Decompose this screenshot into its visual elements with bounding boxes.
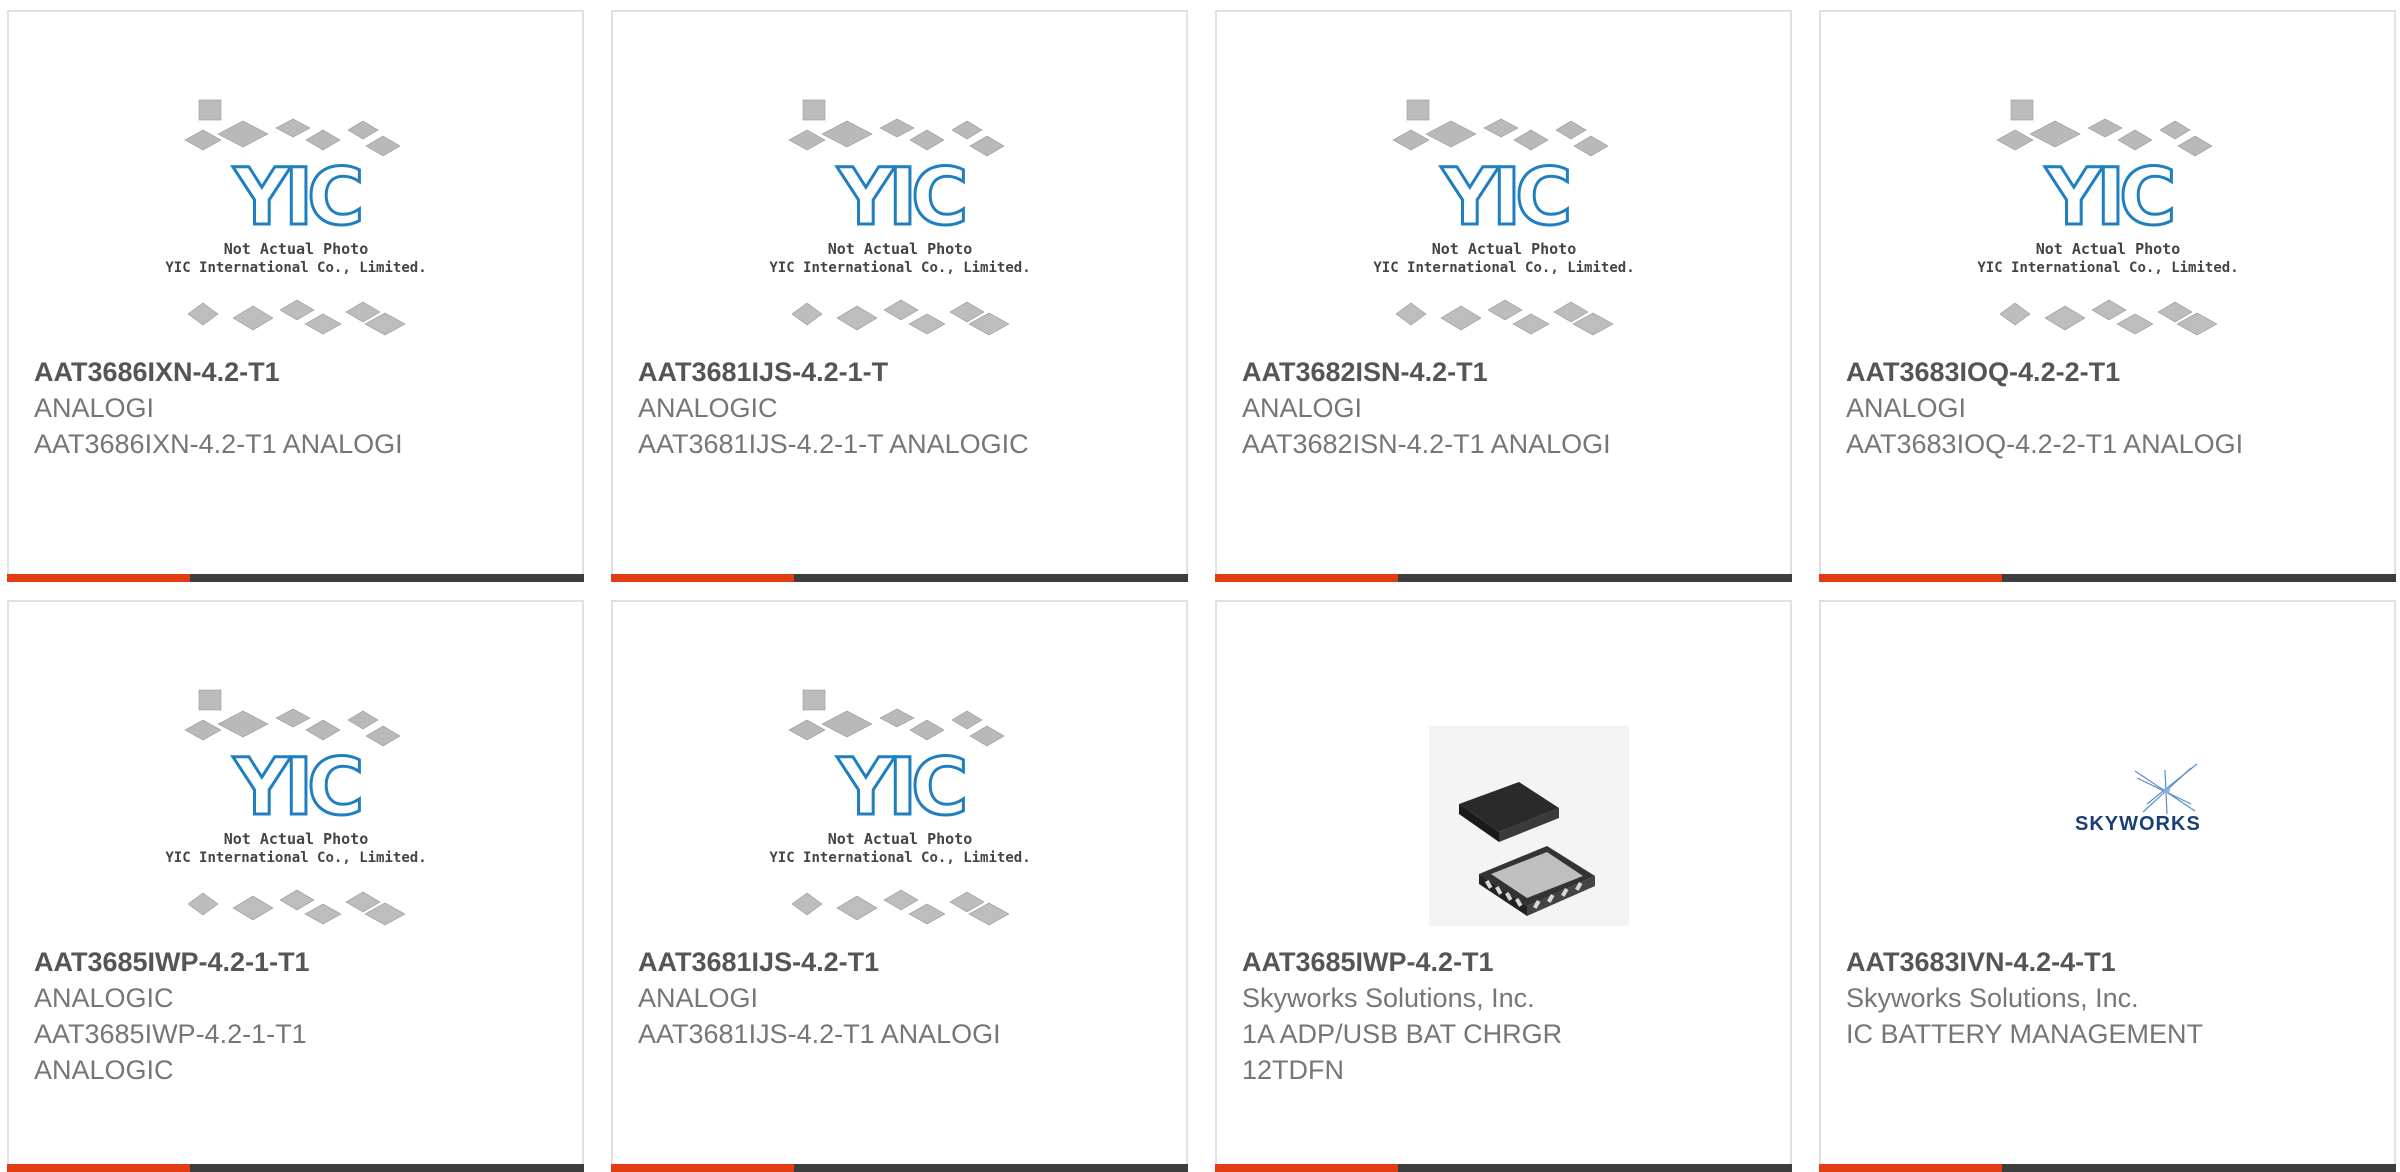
product-card[interactable]: YIC Not Actual Photo YIC International Co.… xyxy=(611,10,1188,582)
manufacturer: ANALOGI xyxy=(1242,393,1363,423)
description: IC BATTERY MANAGEMENT xyxy=(1846,1019,2204,1049)
description: AAT3681IJS-4.2-1-T ANALOGIC xyxy=(638,429,1029,459)
yic-placeholder-image: YICNot Actual Photo YIC International Co.… xyxy=(165,689,426,926)
yic-logo: YIC xyxy=(2044,153,2172,243)
yic-logo: YIC xyxy=(836,153,964,243)
not-actual-photo-text: Not Actual Photo xyxy=(827,830,972,848)
yic-placeholder-image: YICNot Actual Photo YIC International Co.… xyxy=(165,99,426,336)
product-card[interactable]: SKYWORKS AAT3683IVN-4.2-4-T1 Skyworks So… xyxy=(1819,600,2396,1172)
yic-placeholder-image: YICNot Actual Photo YIC International Co.… xyxy=(769,689,1030,926)
card-bottom-bar xyxy=(1215,574,1792,582)
yic-logo: YIC xyxy=(232,743,360,833)
product-image[interactable]: YIC Not Actual Photo YIC International Co.… xyxy=(153,686,439,944)
manufacturer: Skyworks Solutions, Inc. xyxy=(1242,983,1535,1013)
manufacturer: Skyworks Solutions, Inc. xyxy=(1846,983,2139,1013)
not-actual-photo-text: Not Actual Photo xyxy=(2035,240,2180,258)
part-number-link[interactable]: AAT3683IVN-4.2-4-T1 xyxy=(1846,944,2374,980)
not-actual-photo-text: Not Actual Photo xyxy=(223,830,368,848)
part-number-link[interactable]: AAT3683IOQ-4.2-2-T1 xyxy=(1846,354,2374,390)
yic-company-text: YIC International Co., Limited. xyxy=(165,260,426,276)
description: AAT3685IWP-4.2-1-T1 xyxy=(34,1019,307,1049)
manufacturer: ANALOGIC xyxy=(34,983,174,1013)
product-image[interactable]: YIC Not Actual Photo YIC International Co.… xyxy=(1965,96,2251,354)
product-card[interactable]: YIC Not Actual Photo YIC International Co.… xyxy=(1819,10,2396,582)
product-image[interactable]: YIC Not Actual Photo YIC International Co.… xyxy=(757,686,1043,944)
description: AAT3686IXN-4.2-T1 ANALOGI xyxy=(34,429,403,459)
product-image[interactable]: YIC Not Actual Photo YIC International Co.… xyxy=(153,96,439,354)
skyworks-logo-image: SKYWORKS xyxy=(2075,763,2201,835)
not-actual-photo-text: Not Actual Photo xyxy=(827,240,972,258)
yic-company-text: YIC International Co., Limited. xyxy=(1977,260,2238,276)
product-image[interactable]: YIC Not Actual Photo YIC International Co.… xyxy=(1361,96,1647,354)
yic-company-text: YIC International Co., Limited. xyxy=(165,850,426,866)
yic-logo: YIC xyxy=(1440,153,1568,243)
card-bottom-bar xyxy=(1215,1164,1792,1172)
part-number-link[interactable]: AAT3686IXN-4.2-T1 xyxy=(34,354,562,390)
description-line-2: 12TDFN xyxy=(1242,1055,1345,1085)
yic-company-text: YIC International Co., Limited. xyxy=(769,260,1030,276)
product-card[interactable]: YIC Not Actual Photo YIC International Co.… xyxy=(1215,10,1792,582)
part-number-link[interactable]: AAT3682ISN-4.2-T1 xyxy=(1242,354,1770,390)
description-line-2: ANALOGIC xyxy=(34,1055,174,1085)
description: AAT3681IJS-4.2-T1 ANALOGI xyxy=(638,1019,1001,1049)
yic-logo: YIC xyxy=(232,153,360,243)
not-actual-photo-text: Not Actual Photo xyxy=(223,240,368,258)
yic-placeholder-image: YICNot Actual Photo YIC International Co.… xyxy=(1977,99,2238,336)
product-card[interactable]: YIC Not Actual Photo YIC International Co.… xyxy=(7,10,584,582)
part-number-link[interactable]: AAT3681IJS-4.2-T1 xyxy=(638,944,1166,980)
card-bottom-bar xyxy=(1819,1164,2396,1172)
product-grid: YIC Not Actual Photo YIC International Co.… xyxy=(0,0,2400,1172)
description: 1A ADP/USB BAT CHRGR xyxy=(1242,1019,1563,1049)
yic-company-text: YIC International Co., Limited. xyxy=(1373,260,1634,276)
product-card[interactable]: YIC Not Actual Photo YIC International Co.… xyxy=(611,600,1188,1172)
manufacturer: ANALOGIC xyxy=(638,393,778,423)
chip-photo-image xyxy=(1360,686,1647,944)
manufacturer: ANALOGI xyxy=(638,983,759,1013)
yic-placeholder-image: YICNot Actual Photo YIC International Co.… xyxy=(769,99,1030,336)
card-bottom-bar xyxy=(7,1164,584,1172)
skyworks-logo: SKYWORKS xyxy=(2075,813,2201,835)
card-bottom-bar xyxy=(611,1164,1188,1172)
product-card[interactable]: AAT3685IWP-4.2-T1 Skyworks Solutions, In… xyxy=(1215,600,1792,1172)
product-card[interactable]: YIC Not Actual Photo YIC International Co.… xyxy=(7,600,584,1172)
description: AAT3683IOQ-4.2-2-T1 ANALOGI xyxy=(1846,429,2244,459)
yic-placeholder-image: YICNot Actual Photo YIC International Co.… xyxy=(1373,99,1634,336)
card-bottom-bar xyxy=(611,574,1188,582)
yic-company-text: YIC International Co., Limited. xyxy=(769,850,1030,866)
part-number-link[interactable]: AAT3685IWP-4.2-1-T1 xyxy=(34,944,562,980)
card-bottom-bar xyxy=(1819,574,2396,582)
card-bottom-bar xyxy=(7,574,584,582)
not-actual-photo-text: Not Actual Photo xyxy=(1431,240,1576,258)
manufacturer: ANALOGI xyxy=(1846,393,1967,423)
manufacturer: ANALOGI xyxy=(34,393,155,423)
product-image[interactable] xyxy=(1360,686,1647,944)
product-image[interactable]: SKYWORKS xyxy=(1965,686,2251,944)
part-number-link[interactable]: AAT3685IWP-4.2-T1 xyxy=(1242,944,1770,980)
description: AAT3682ISN-4.2-T1 ANALOGI xyxy=(1242,429,1611,459)
product-image[interactable]: YIC Not Actual Photo YIC International Co.… xyxy=(757,96,1043,354)
part-number-link[interactable]: AAT3681IJS-4.2-1-T xyxy=(638,354,1166,390)
yic-logo: YIC xyxy=(836,743,964,833)
